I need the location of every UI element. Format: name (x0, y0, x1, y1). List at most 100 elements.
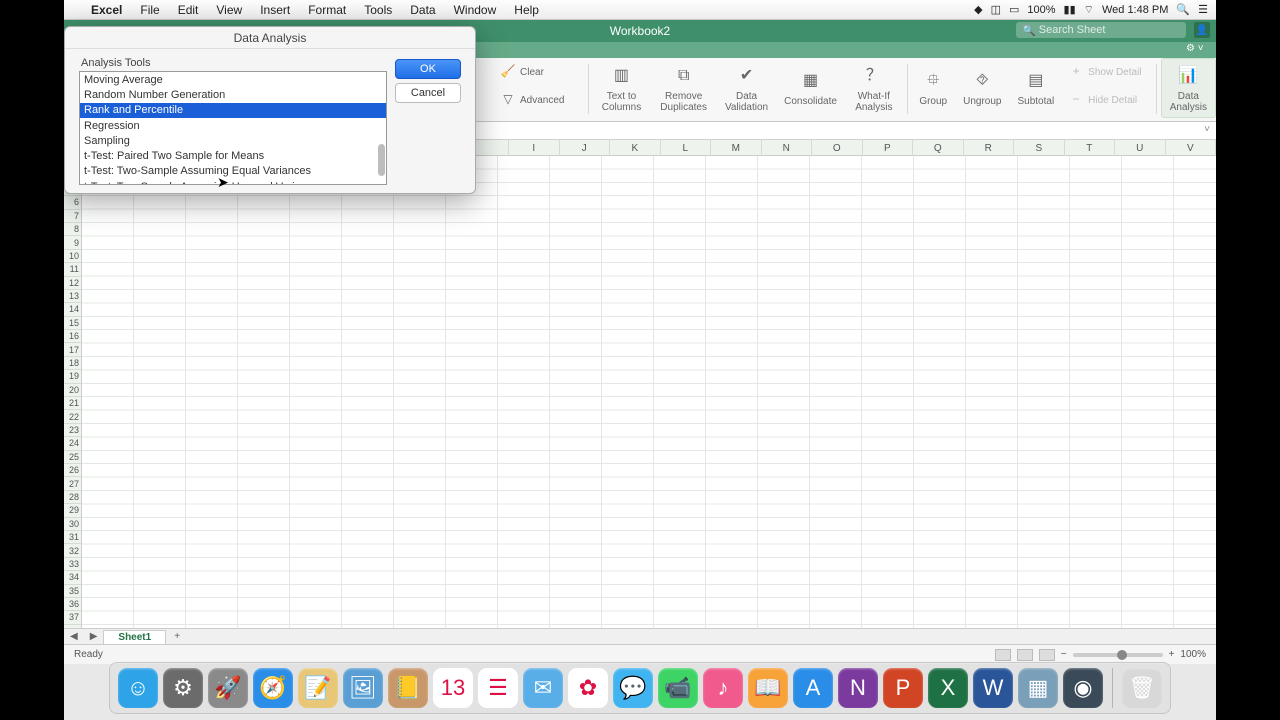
row-13[interactable]: 13 (64, 290, 81, 303)
zoom-slider[interactable] (1073, 653, 1163, 657)
dock-launchpad[interactable]: 🚀 (208, 668, 248, 708)
row-29[interactable]: 29 (64, 504, 81, 517)
row-18[interactable]: 18 (64, 357, 81, 370)
row-10[interactable]: 10 (64, 250, 81, 263)
row-15[interactable]: 15 (64, 317, 81, 330)
row-33[interactable]: 33 (64, 558, 81, 571)
row-30[interactable]: 30 (64, 518, 81, 531)
dock-onenote[interactable]: N (838, 668, 878, 708)
analysis-tool-item[interactable]: Sampling (80, 133, 386, 148)
text-to-columns-button[interactable]: ▥Text to Columns (593, 58, 651, 118)
col-N[interactable]: N (762, 140, 813, 156)
dock-messages[interactable]: 💬 (613, 668, 653, 708)
row-36[interactable]: 36 (64, 598, 81, 611)
dock-trash[interactable]: 🗑 (1122, 668, 1162, 708)
analysis-tool-item[interactable]: Random Number Generation (80, 87, 386, 102)
row-9[interactable]: 9 (64, 236, 81, 249)
cancel-button[interactable]: Cancel (395, 83, 461, 103)
analysis-tools-list[interactable]: Moving AverageRandom Number GenerationRa… (79, 71, 387, 185)
col-L[interactable]: L (661, 140, 712, 156)
whatif-button[interactable]: ？What-If Analysis (845, 58, 903, 118)
dock-powerpoint[interactable]: P (883, 668, 923, 708)
col-U[interactable]: U (1115, 140, 1166, 156)
col-P[interactable]: P (863, 140, 914, 156)
remove-duplicates-button[interactable]: ⧉Remove Duplicates (650, 58, 717, 118)
clear-button[interactable]: 🧹Clear (494, 58, 584, 86)
col-R[interactable]: R (964, 140, 1015, 156)
display-icon[interactable]: ▭ (1009, 3, 1019, 16)
row-21[interactable]: 21 (64, 397, 81, 410)
spotlight-icon[interactable]: 🔍 (1176, 3, 1190, 16)
dock-app2[interactable]: ◉ (1063, 668, 1103, 708)
dock-appstore[interactable]: A (793, 668, 833, 708)
dock-settings[interactable]: ⚙ (163, 668, 203, 708)
fbar-expand-icon[interactable]: ˅ (1204, 124, 1210, 135)
dock-mail[interactable]: ✉ (523, 668, 563, 708)
dock-ibooks[interactable]: 📖 (748, 668, 788, 708)
sync-icon[interactable]: ◫ (991, 3, 1001, 16)
group-button[interactable]: ⯐Group (911, 58, 955, 118)
menu-window[interactable]: Window (445, 3, 506, 17)
dock-preview[interactable]: 🖼 (343, 668, 383, 708)
row-35[interactable]: 35 (64, 585, 81, 598)
clock[interactable]: Wed 1:48 PM (1102, 4, 1168, 16)
menubar-app[interactable]: Excel (82, 3, 131, 17)
dock-contacts[interactable]: 📒 (388, 668, 428, 708)
ok-button[interactable]: OK (395, 59, 461, 79)
row-7[interactable]: 7 (64, 210, 81, 223)
user-avatar[interactable]: 👤 (1194, 22, 1210, 38)
col-S[interactable]: S (1014, 140, 1065, 156)
dock-notes[interactable]: 📝 (298, 668, 338, 708)
analysis-tool-item[interactable]: t-Test: Two-Sample Assuming Unequal Vari… (80, 179, 386, 185)
col-M[interactable]: M (711, 140, 762, 156)
add-sheet-button[interactable]: + (166, 631, 188, 642)
row-14[interactable]: 14 (64, 303, 81, 316)
menu-help[interactable]: Help (505, 3, 548, 17)
col-V[interactable]: V (1166, 140, 1217, 156)
zoom-in-button[interactable]: + (1169, 649, 1175, 660)
dropbox-icon[interactable]: ◆ (974, 3, 982, 16)
dock-reminders[interactable]: ☰ (478, 668, 518, 708)
advanced-button[interactable]: ▽Advanced (494, 86, 584, 114)
view-layout-button[interactable] (1017, 649, 1033, 661)
col-J[interactable]: J (560, 140, 611, 156)
dock-word[interactable]: W (973, 668, 1013, 708)
ungroup-button[interactable]: ⯑Ungroup (955, 58, 1009, 118)
col-I[interactable]: I (509, 140, 560, 156)
cells-area[interactable] (82, 156, 1216, 628)
dock-excel[interactable]: X (928, 668, 968, 708)
zoom-level[interactable]: 100% (1180, 649, 1206, 660)
menu-insert[interactable]: Insert (251, 3, 299, 17)
dock-calendar[interactable]: 13 (433, 668, 473, 708)
analysis-tool-item[interactable]: t-Test: Paired Two Sample for Means (80, 148, 386, 163)
row-20[interactable]: 20 (64, 384, 81, 397)
sheet-nav-next[interactable]: ▶ (84, 631, 104, 642)
menu-view[interactable]: View (207, 3, 251, 17)
dock-photos[interactable]: ✿ (568, 668, 608, 708)
menu-edit[interactable]: Edit (169, 3, 208, 17)
data-validation-button[interactable]: ✔Data Validation (717, 58, 776, 118)
row-8[interactable]: 8 (64, 223, 81, 236)
sheet-nav-prev[interactable]: ◀ (64, 631, 84, 642)
zoom-out-button[interactable]: − (1061, 649, 1067, 660)
row-27[interactable]: 27 (64, 477, 81, 490)
menu-data[interactable]: Data (401, 3, 444, 17)
menu-tools[interactable]: Tools (355, 3, 401, 17)
row-32[interactable]: 32 (64, 544, 81, 557)
row-26[interactable]: 26 (64, 464, 81, 477)
analysis-tool-item[interactable]: Rank and Percentile (80, 103, 386, 118)
menu-format[interactable]: Format (299, 3, 355, 17)
row-16[interactable]: 16 (64, 330, 81, 343)
menu-file[interactable]: File (131, 3, 168, 17)
row-22[interactable]: 22 (64, 410, 81, 423)
row-19[interactable]: 19 (64, 370, 81, 383)
consolidate-button[interactable]: ▦Consolidate (776, 58, 845, 118)
dock-finder[interactable]: ☺ (118, 668, 158, 708)
row-34[interactable]: 34 (64, 571, 81, 584)
analysis-tool-item[interactable]: Regression (80, 118, 386, 133)
row-11[interactable]: 11 (64, 263, 81, 276)
data-analysis-button[interactable]: 📊Data Analysis (1161, 58, 1216, 118)
view-normal-button[interactable] (995, 649, 1011, 661)
analysis-tool-item[interactable]: Moving Average (80, 72, 386, 87)
col-O[interactable]: O (812, 140, 863, 156)
